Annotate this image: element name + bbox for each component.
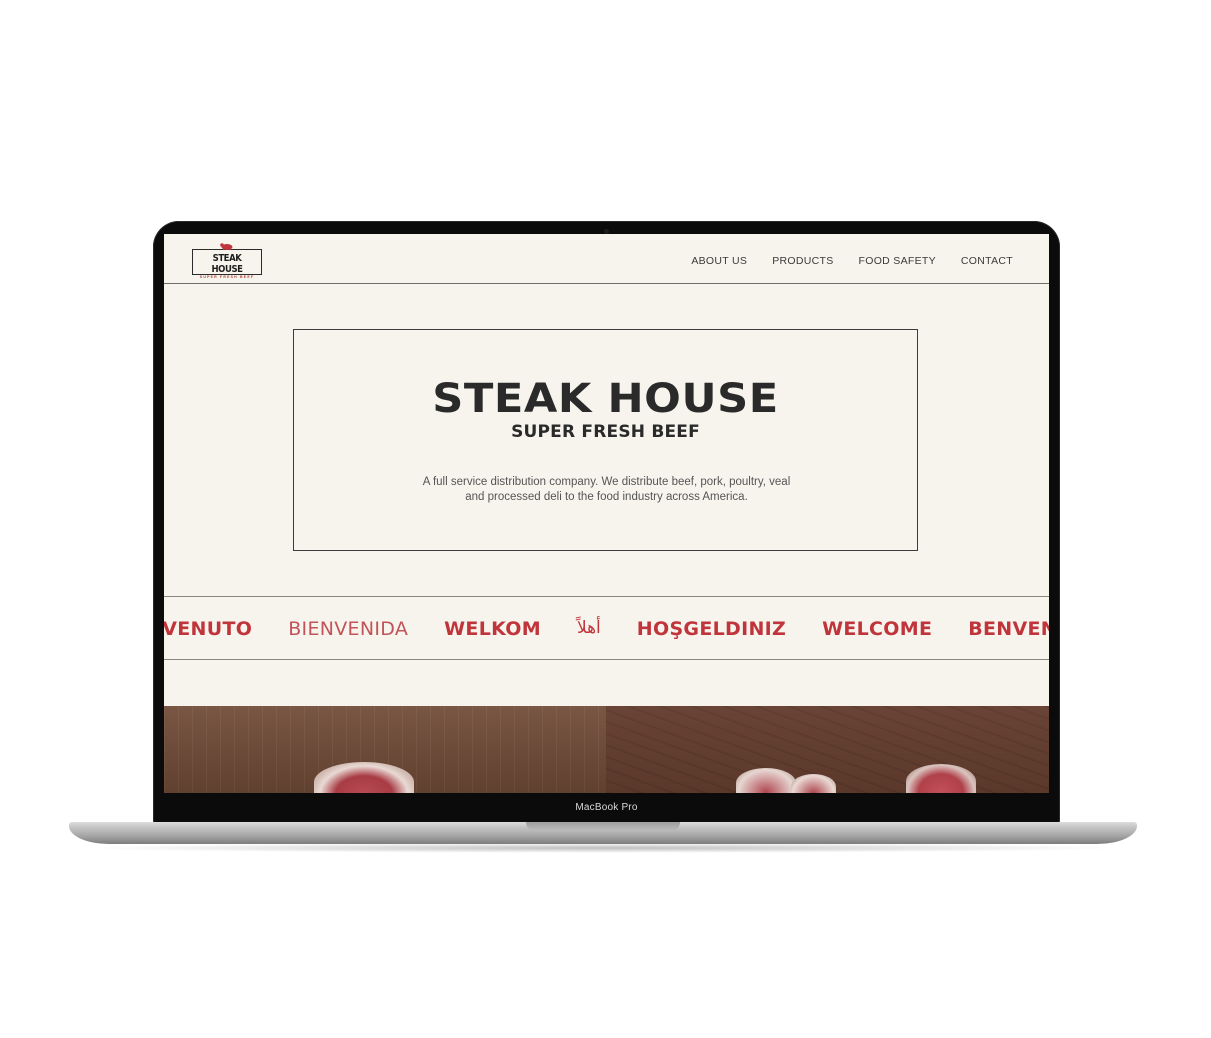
meat-photo-right: [606, 706, 1049, 793]
site-logo[interactable]: STEAK HOUSE SUPER FRESH BEEF: [192, 243, 262, 279]
nav-products[interactable]: PRODUCTS: [772, 255, 833, 267]
steak-image: [906, 764, 976, 793]
laptop-base: [69, 822, 1137, 844]
marquee-track: BENVENUTO BIENVENIDA WELKOM أهلاً HOŞGEL…: [164, 618, 1049, 640]
marquee-word: BENVENUTO: [968, 618, 1049, 640]
steak-image: [314, 762, 414, 793]
site-header: STEAK HOUSE SUPER FRESH BEEF ABOUT US PR…: [164, 234, 1049, 284]
marquee-word: WELKOM: [444, 618, 541, 640]
cow-icon: [220, 243, 233, 250]
mockup-stage: STEAK HOUSE SUPER FRESH BEEF ABOUT US PR…: [0, 0, 1211, 1038]
main-nav: ABOUT US PRODUCTS FOOD SAFETY CONTACT: [691, 255, 1013, 267]
welcome-marquee: BENVENUTO BIENVENIDA WELKOM أهلاً HOŞGEL…: [164, 596, 1049, 660]
marquee-word: BENVENUTO: [164, 618, 253, 640]
laptop-notch: [526, 822, 680, 831]
hero-box: STEAK HOUSE SUPER FRESH BEEF A full serv…: [293, 329, 918, 551]
steak-image: [736, 768, 796, 793]
logo-name: STEAK HOUSE: [211, 253, 243, 275]
marquee-word: أهلاً: [576, 618, 601, 638]
marquee-word: WELCOME: [822, 618, 933, 640]
meat-photo-strip: [164, 706, 1049, 793]
logo-tagline: SUPER FRESH BEEF: [199, 275, 255, 279]
device-label: MacBook Pro: [575, 802, 638, 813]
nav-contact[interactable]: CONTACT: [961, 255, 1013, 267]
hero-subtitle: SUPER FRESH BEEF: [511, 422, 700, 442]
laptop-shadow: [80, 843, 1126, 853]
marquee-word: BIENVENIDA: [288, 618, 409, 640]
hero-description: A full service distribution company. We …: [422, 476, 791, 503]
laptop-screen: STEAK HOUSE SUPER FRESH BEEF ABOUT US PR…: [164, 234, 1049, 793]
hero-title: STEAK HOUSE: [432, 376, 779, 422]
laptop-lid: STEAK HOUSE SUPER FRESH BEEF ABOUT US PR…: [153, 221, 1060, 826]
steak-image: [791, 774, 836, 793]
marquee-word: HOŞGELDINIZ: [636, 618, 787, 640]
nav-about-us[interactable]: ABOUT US: [691, 255, 747, 267]
meat-photo-left: [164, 706, 606, 793]
nav-food-safety[interactable]: FOOD SAFETY: [859, 255, 936, 267]
